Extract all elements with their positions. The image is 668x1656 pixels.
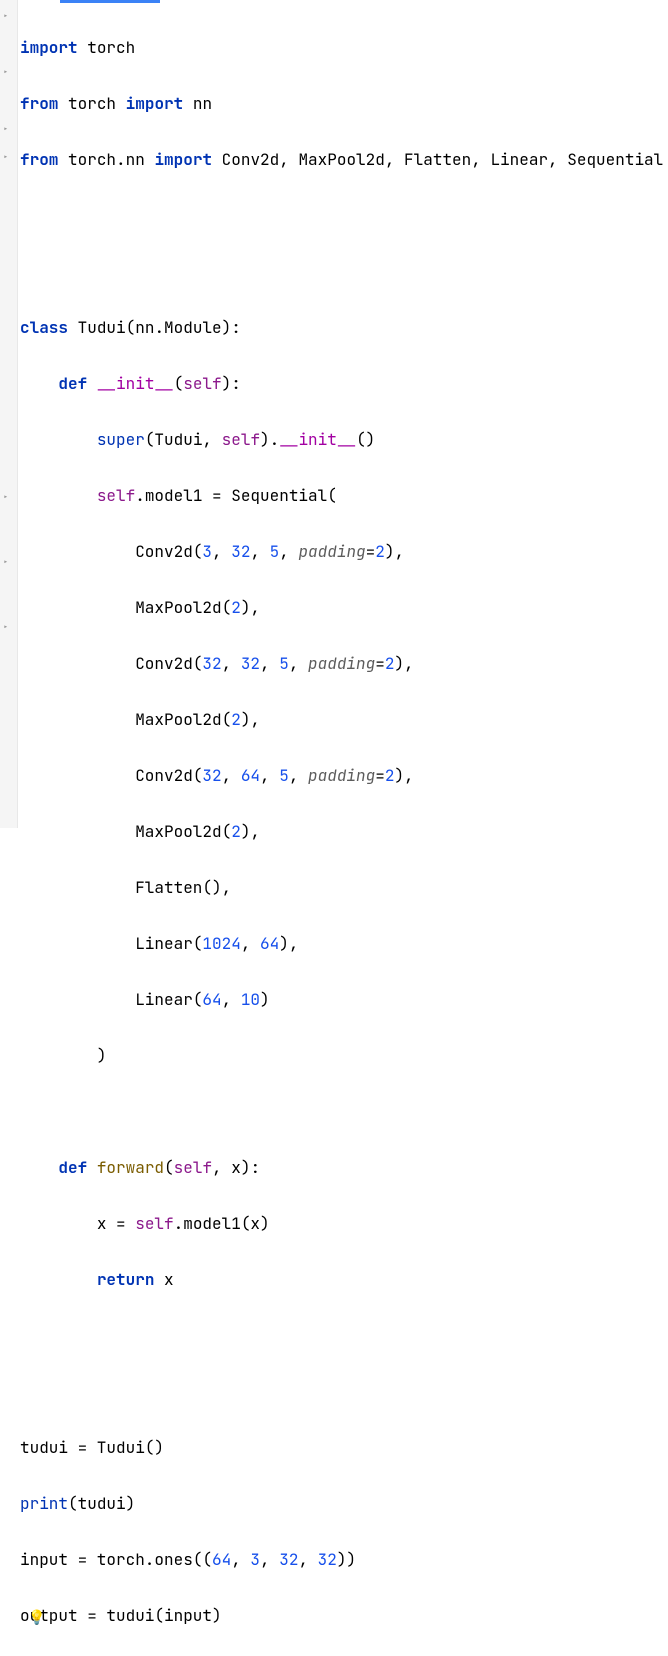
code-line: Linear(64, 10) — [20, 986, 668, 1014]
fold-marker-icon[interactable]: ▸ — [3, 490, 8, 506]
code-line — [20, 258, 668, 286]
code-line: Conv2d(32, 64, 5, padding=2), — [20, 762, 668, 790]
fold-marker-icon[interactable]: ▸ — [3, 555, 8, 571]
code-line: Conv2d(3, 32, 5, padding=2), — [20, 538, 668, 566]
active-tab-indicator — [60, 0, 160, 3]
code-line: Flatten(), — [20, 874, 668, 902]
code-line: import torch — [20, 34, 668, 62]
code-line: tudui = Tudui() — [20, 1434, 668, 1462]
code-line: def __init__(self): — [20, 370, 668, 398]
code-line: 💡output = tudui(input) — [20, 1602, 668, 1630]
code-line — [20, 1322, 668, 1350]
code-line: MaxPool2d(2), — [20, 706, 668, 734]
fold-marker-icon[interactable]: ▸ — [3, 65, 8, 81]
code-line: Linear(1024, 64), — [20, 930, 668, 958]
code-line: self.model1 = Sequential( — [20, 482, 668, 510]
code-line: from torch import nn — [20, 90, 668, 118]
code-line: super(Tudui, self).__init__() — [20, 426, 668, 454]
code-line: def forward(self, x): — [20, 1154, 668, 1182]
fold-marker-icon[interactable]: ▸ — [3, 620, 8, 636]
fold-marker-icon[interactable]: ▸ — [3, 9, 8, 25]
code-line: x = self.model1(x) — [20, 1210, 668, 1238]
code-line: Conv2d(32, 32, 5, padding=2), — [20, 650, 668, 678]
code-line — [20, 1098, 668, 1126]
code-line: print(tudui) — [20, 1490, 668, 1518]
code-editor[interactable]: import torch from torch import nn from t… — [0, 0, 668, 1656]
code-line: MaxPool2d(2), — [20, 818, 668, 846]
code-line: MaxPool2d(2), — [20, 594, 668, 622]
code-line: return x — [20, 1266, 668, 1294]
fold-marker-icon[interactable]: ▸ — [3, 122, 8, 138]
code-line: from torch.nn import Conv2d, MaxPool2d, … — [20, 146, 668, 174]
intention-bulb-icon[interactable]: 💡 — [28, 1606, 45, 1631]
code-line: input = torch.ones((64, 3, 32, 32)) — [20, 1546, 668, 1574]
code-line: ) — [20, 1042, 668, 1070]
code-line — [20, 202, 668, 230]
code-line — [20, 1378, 668, 1406]
code-line: class Tudui(nn.Module): — [20, 314, 668, 342]
fold-marker-icon[interactable]: ▸ — [3, 150, 8, 166]
editor-gutter: ▸ ▸ ▸ ▸ ▸ ▸ ▸ — [0, 0, 18, 828]
